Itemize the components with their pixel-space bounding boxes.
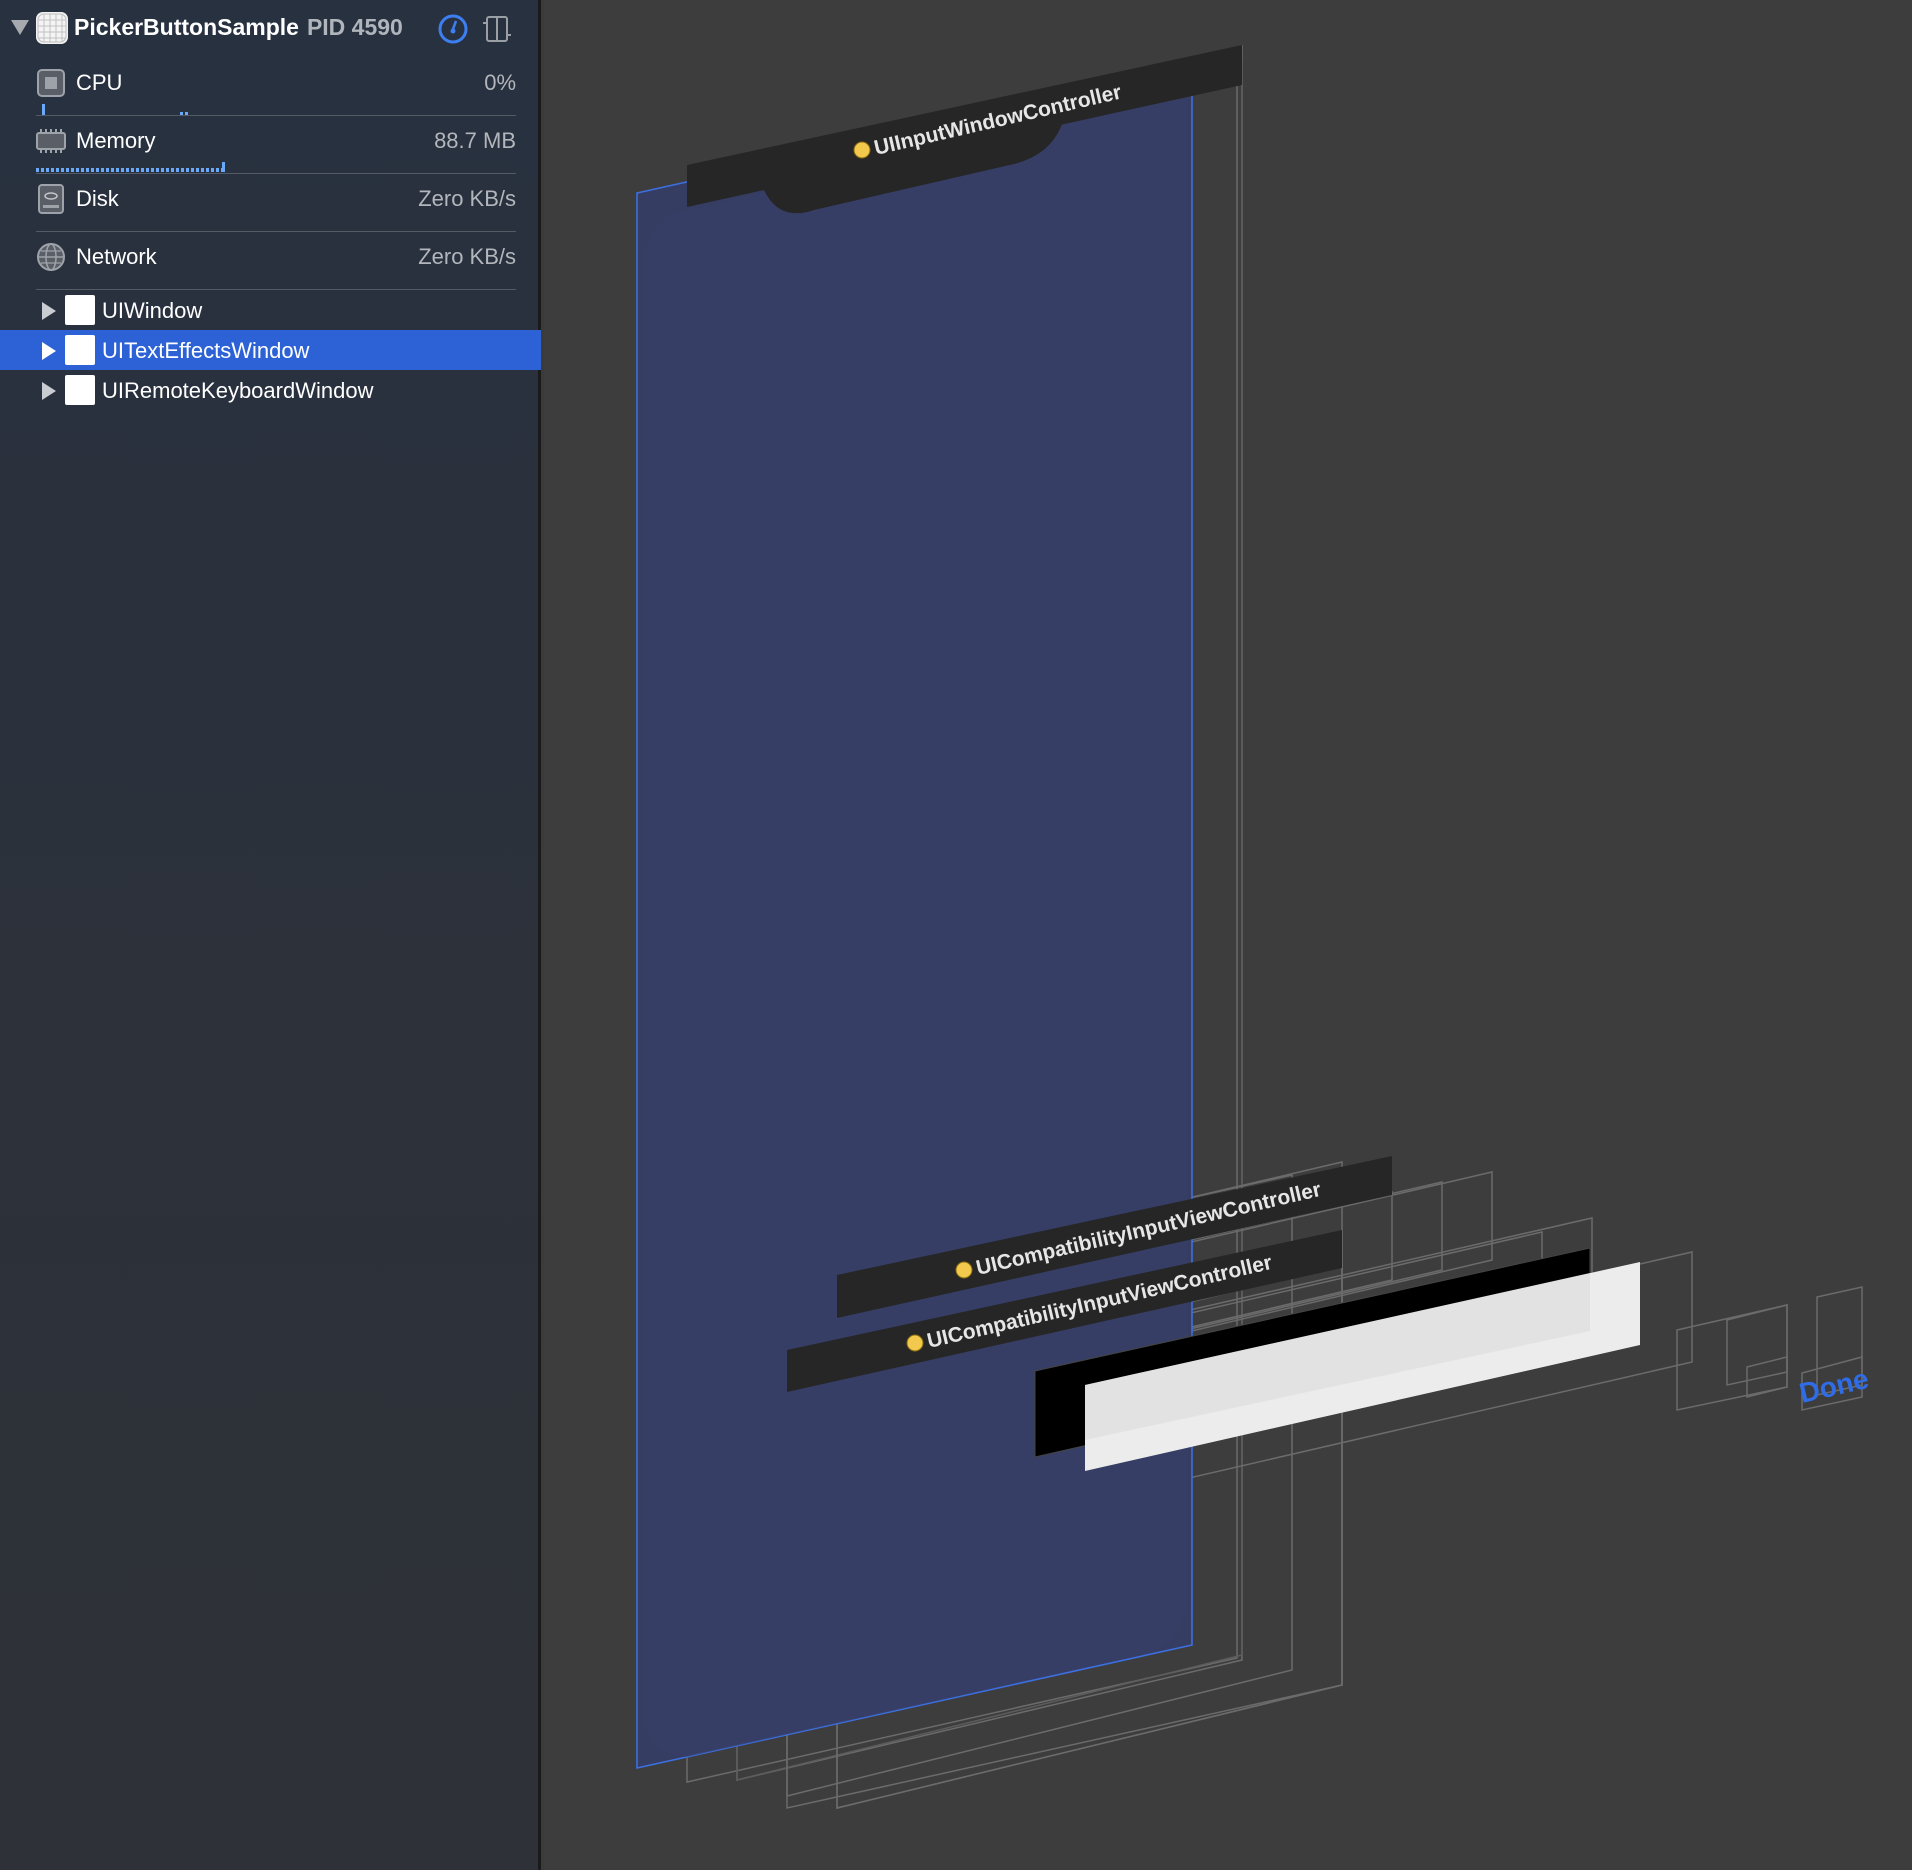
- frame-outline: [1726, 1304, 1788, 1386]
- window-thumbnail: [65, 375, 95, 405]
- metric-value: Zero KB/s: [418, 244, 516, 269]
- memory-sparkline: [36, 162, 225, 172]
- metric-value: 0%: [484, 70, 516, 95]
- window-thumbnail: [65, 335, 95, 365]
- controller-icon: [906, 1334, 924, 1352]
- disclosure-triangle-icon[interactable]: [42, 302, 56, 320]
- controller-icon: [853, 141, 871, 159]
- divider: [36, 231, 516, 232]
- device-icon[interactable]: [482, 13, 512, 45]
- metric-label: Memory: [76, 128, 156, 153]
- screen-shape: [644, 95, 1187, 1757]
- controller-icon: [955, 1261, 973, 1279]
- exploded-view-hierarchy[interactable]: UIInputWindowController UICompatibilityI…: [544, 0, 1912, 1870]
- metric-disk[interactable]: Disk Zero KB/s: [36, 176, 516, 232]
- disclosure-triangle-icon[interactable]: [42, 382, 56, 400]
- tree-item-uitexteffectswindow[interactable]: UITextEffectsWindow: [0, 330, 541, 370]
- disk-icon: [36, 184, 66, 214]
- metric-label: Network: [76, 244, 157, 269]
- divider: [36, 173, 516, 174]
- cpu-icon: [36, 68, 66, 98]
- debug-navigator: PickerButtonSample PID 4590 CPU 0% Memor…: [0, 0, 541, 1870]
- tree-item-label: UIWindow: [102, 298, 203, 323]
- disclosure-triangle-icon[interactable]: [42, 342, 56, 360]
- view-debugger-canvas[interactable]: UIInputWindowController UICompatibilityI…: [544, 0, 1912, 1870]
- window-thumbnail: [65, 295, 95, 325]
- disclosure-triangle-expanded[interactable]: [11, 20, 29, 35]
- metric-memory[interactable]: Memory 88.7 MB: [36, 118, 516, 174]
- metric-value: Zero KB/s: [418, 186, 516, 211]
- metric-network[interactable]: Network Zero KB/s: [36, 234, 516, 290]
- debug-gauge-icon[interactable]: [437, 13, 469, 45]
- process-name: PickerButtonSample PID 4590: [74, 14, 403, 41]
- process-header[interactable]: PickerButtonSample PID 4590: [0, 0, 538, 56]
- metric-label: Disk: [76, 186, 119, 211]
- divider: [36, 115, 516, 116]
- metric-cpu[interactable]: CPU 0%: [36, 60, 516, 116]
- process-name-text: PickerButtonSample: [74, 14, 299, 40]
- memory-icon: [36, 126, 66, 156]
- app-icon: [36, 12, 68, 44]
- process-pid: PID 4590: [306, 14, 403, 40]
- tree-item-label: UIRemoteKeyboardWindow: [102, 378, 374, 403]
- metric-value: 88.7 MB: [434, 128, 516, 153]
- tree-item-label: UITextEffectsWindow: [102, 338, 310, 363]
- tree-item-uiremotekeyboardwindow[interactable]: UIRemoteKeyboardWindow: [0, 370, 541, 410]
- frame-outline: [1676, 1304, 1788, 1411]
- cpu-sparkline: [42, 104, 188, 116]
- tree-item-uiwindow[interactable]: UIWindow: [0, 290, 541, 330]
- done-button[interactable]: Done: [1796, 1363, 1871, 1409]
- network-icon: [36, 242, 66, 272]
- metric-label: CPU: [76, 70, 123, 95]
